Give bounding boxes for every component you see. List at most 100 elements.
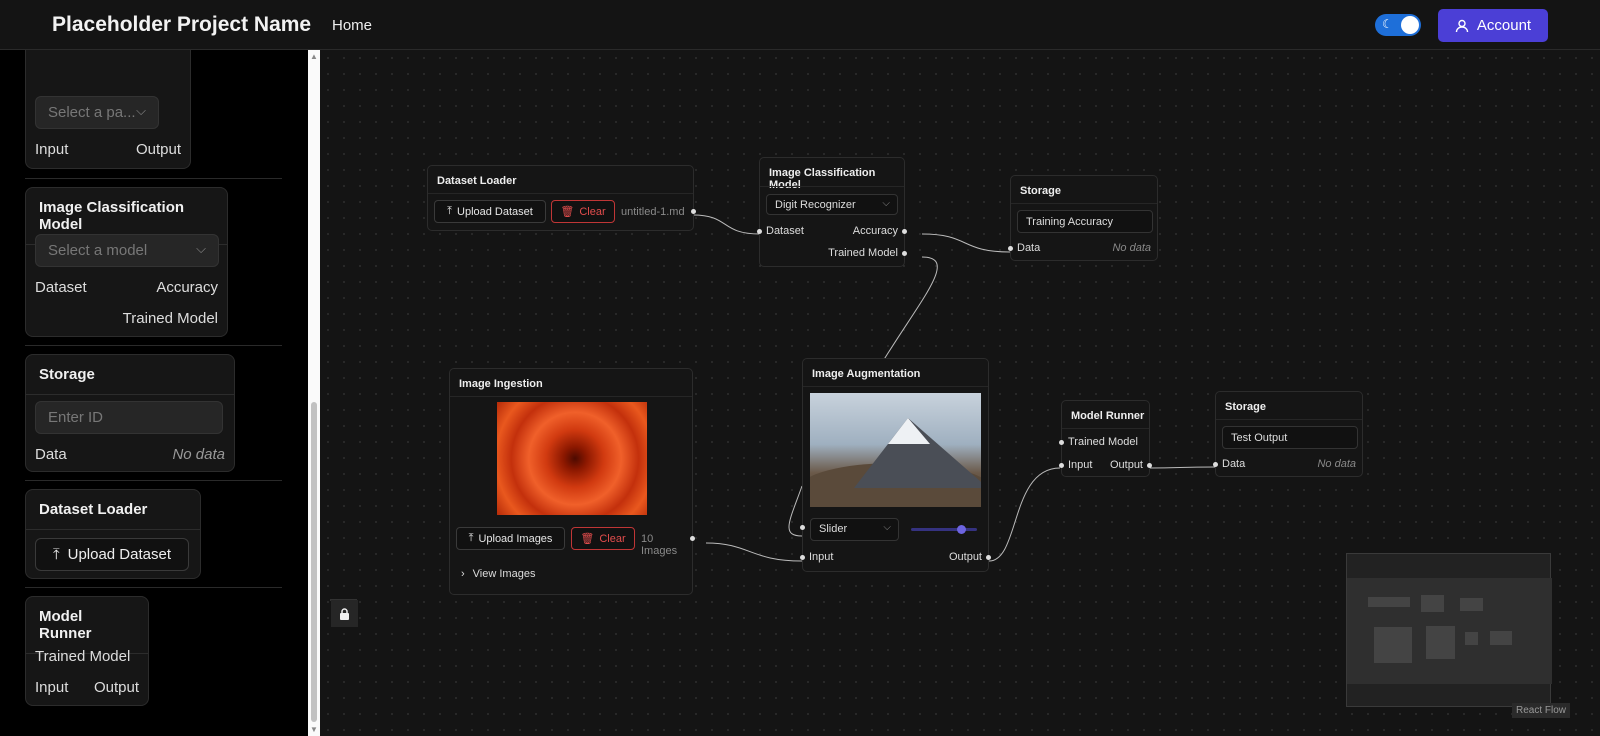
node-title: Storage [1020, 185, 1061, 197]
minimap-node [1421, 595, 1444, 612]
user-icon [1455, 19, 1469, 32]
palette-node-partial[interactable]: Select a pa... ⌵ Input Output [25, 50, 191, 169]
node-title: Image Classification Model [769, 167, 876, 191]
port-output-label: Output [948, 551, 982, 563]
project-title[interactable]: Placeholder Project Name [52, 13, 311, 37]
palette-node-image-classification[interactable]: Image Classification Model Select a mode… [25, 187, 228, 337]
file-name-label: untitled-1.md [621, 206, 685, 218]
input-handle[interactable] [1059, 463, 1064, 468]
select-value: Slider [819, 523, 848, 535]
palette-partial-select[interactable]: Select a pa... ⌵ [35, 96, 159, 129]
input-handle-data[interactable] [1008, 246, 1013, 251]
no-data-label: No data [1112, 242, 1151, 254]
port-dataset-label: Dataset [35, 279, 87, 296]
upload-icon: ⤒ [468, 532, 474, 544]
palette-node-dataset-loader[interactable]: Dataset Loader ⤒ Upload Dataset [25, 489, 201, 579]
edge-accuracy-to-storage [921, 233, 1011, 253]
storage-id-input[interactable]: Test Output [1222, 426, 1358, 449]
theme-toggle[interactable]: ☾ [1375, 14, 1421, 36]
input-handle-data[interactable] [1213, 462, 1218, 467]
lock-button[interactable] [331, 600, 358, 627]
no-data-label: No data [1317, 458, 1356, 470]
moon-icon: ☾ [1382, 17, 1393, 31]
divider [25, 345, 282, 346]
flow-canvas[interactable]: Dataset Loader ⤒ Upload Dataset 🗑 Clear un… [320, 50, 1600, 736]
clear-button[interactable]: 🗑 Clear [551, 200, 615, 223]
node-title: Image Augmentation [812, 368, 921, 380]
minimap-node [1374, 627, 1412, 663]
storage-id-input[interactable]: Training Accuracy [1017, 210, 1153, 233]
scrollbar-thumb[interactable] [311, 402, 317, 722]
nav-home-link[interactable]: Home [332, 17, 372, 34]
node-title: Model Runner [1071, 410, 1145, 422]
input-handle[interactable] [800, 555, 805, 560]
view-images-label: View Images [472, 568, 536, 580]
port-data-label: Data [1222, 458, 1246, 470]
react-flow-attribution[interactable]: React Flow [1512, 703, 1571, 718]
chevron-down-icon: ⌵ [136, 103, 146, 118]
node-image-ingestion[interactable]: Image Ingestion ⤒ Upload Images 🗑 Clear 10… [449, 368, 695, 595]
chevron-down-icon: ⌵ [882, 198, 890, 209]
edge-trained-model-to-augmentation [879, 256, 938, 367]
node-title: Storage [1225, 401, 1266, 413]
scroll-up-arrow-icon[interactable]: ▲ [310, 52, 318, 61]
output-handle-accuracy[interactable] [902, 229, 907, 234]
toggle-knob [1401, 16, 1419, 34]
chevron-right-icon: › [461, 568, 465, 580]
button-label: Clear [579, 205, 606, 218]
model-select[interactable]: Digit Recognizer ⌵ [766, 194, 898, 215]
augmentation-mode-select[interactable]: Slider ⌵ [810, 518, 899, 541]
output-handle[interactable] [691, 209, 696, 214]
palette-node-title: Dataset Loader [26, 490, 200, 530]
output-handle[interactable] [1147, 463, 1152, 468]
palette-node-title: Storage [26, 355, 234, 395]
input-handle-dataset[interactable] [757, 229, 762, 234]
node-title: Image Ingestion [459, 378, 543, 390]
account-button[interactable]: Account [1438, 9, 1548, 42]
sidebar-scrollbar[interactable]: ▲ ▼ [308, 50, 320, 736]
view-images-toggle[interactable]: › View Images [461, 568, 535, 580]
node-header-divider [450, 396, 692, 397]
model-select[interactable]: Select a model ⌵ [35, 234, 219, 267]
augmentation-slider-track[interactable] [911, 528, 977, 531]
upload-dataset-button[interactable]: ⤒ Upload Dataset [434, 200, 546, 223]
minimap-node [1368, 597, 1410, 607]
upload-dataset-button[interactable]: ⤒ Upload Dataset [35, 538, 189, 571]
output-handle-trained-model[interactable] [902, 251, 907, 256]
divider [25, 587, 282, 588]
node-image-augmentation[interactable]: Image Augmentation Slider ⌵ Input Output [800, 358, 991, 572]
upload-images-button[interactable]: ⤒ Upload Images [456, 527, 565, 550]
port-output-label: Output [136, 141, 182, 158]
button-label: Upload Dataset [67, 546, 172, 563]
edge-images-to-augmentation [705, 542, 803, 562]
minimap[interactable] [1346, 553, 1552, 707]
image-preview-mountain [810, 393, 981, 507]
trash-icon: 🗑 [560, 206, 575, 218]
port-accuracy-label: Accuracy [852, 225, 898, 237]
clear-button[interactable]: 🗑 Clear [571, 527, 635, 550]
node-storage-test[interactable]: Storage Test Output Data No data [1213, 391, 1363, 477]
minimap-node [1490, 631, 1512, 645]
scroll-down-arrow-icon[interactable]: ▼ [310, 725, 318, 734]
output-handle[interactable] [690, 536, 695, 541]
image-preview-flower [497, 402, 647, 515]
palette-node-storage[interactable]: Storage Enter ID Data No data [25, 354, 235, 472]
node-header-divider [760, 186, 904, 187]
port-input-label: Input [35, 679, 69, 696]
node-storage-training[interactable]: Storage Training Accuracy Data No data [1008, 175, 1158, 261]
node-dataset-loader[interactable]: Dataset Loader ⤒ Upload Dataset 🗑 Clear un… [427, 165, 696, 231]
palette-node-model-runner[interactable]: Model Runner Trained Model Input Output [25, 596, 149, 706]
flow-controls: + − [330, 599, 358, 627]
account-label: Account [1476, 17, 1532, 34]
node-model-runner[interactable]: Model Runner Trained Model Input Output [1059, 400, 1152, 477]
trash-icon: 🗑 [580, 533, 595, 545]
input-handle-trained-model[interactable] [1059, 440, 1064, 445]
top-navbar: Placeholder Project Name Home ☾ Account [0, 0, 1600, 50]
node-image-classification[interactable]: Image Classification Model Digit Recogni… [757, 157, 907, 267]
augmentation-slider-thumb[interactable] [956, 525, 966, 534]
storage-id-input[interactable]: Enter ID [35, 401, 223, 434]
input-handle-left[interactable] [800, 525, 805, 530]
port-trained-model-label: Trained Model [1068, 436, 1138, 448]
output-handle[interactable] [986, 555, 991, 560]
port-trained-model-label: Trained Model [122, 310, 218, 327]
